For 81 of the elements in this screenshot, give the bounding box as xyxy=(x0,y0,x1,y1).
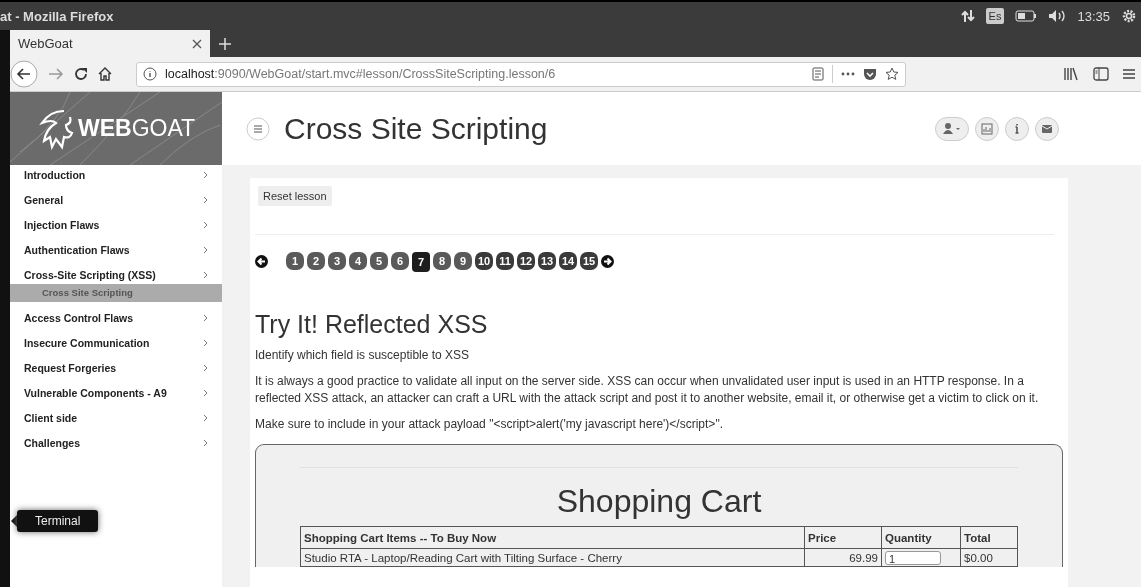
page-link[interactable]: 11 xyxy=(496,252,514,270)
reset-lesson-button[interactable]: Reset lesson xyxy=(258,186,332,206)
user-menu-icon[interactable] xyxy=(935,116,969,141)
table-cell: Studio RTA - Laptop/Reading Cart with Tilting Surface - Cherry xyxy=(300,548,805,567)
pocket-icon[interactable] xyxy=(863,67,877,81)
reader-view-icon[interactable] xyxy=(812,67,824,81)
page-link[interactable]: 9 xyxy=(454,252,472,270)
chevron-icon xyxy=(203,363,208,372)
plus-icon[interactable] xyxy=(218,36,232,51)
chevron-icon xyxy=(203,338,208,347)
chevron-icon xyxy=(203,313,208,322)
menu-item[interactable]: Vulnerable Components - A9 xyxy=(10,383,222,402)
quantity-field[interactable]: 1 xyxy=(885,550,941,565)
keyboard-layout-indicator[interactable]: Es xyxy=(985,8,1005,24)
home-icon[interactable] xyxy=(98,67,112,81)
menu-item[interactable]: Authentication Flaws xyxy=(10,240,222,259)
page-link[interactable]: 5 xyxy=(370,252,388,270)
tooltip-pointer-icon xyxy=(11,515,17,527)
lesson-paragraph: Make sure to include in your attack payload "<script>alert('my javascript here')</script>". xyxy=(255,416,724,433)
battery-icon[interactable] xyxy=(1015,10,1038,22)
info-icon[interactable] xyxy=(143,67,157,81)
page-link[interactable]: 8 xyxy=(433,252,451,270)
chevron-icon xyxy=(203,413,208,422)
library-icon[interactable] xyxy=(1063,67,1079,81)
browser-tab[interactable]: WebGoat xyxy=(10,30,210,57)
page-link[interactable]: 15 xyxy=(580,252,598,270)
star-icon[interactable] xyxy=(885,67,899,81)
menu-item[interactable]: Challenges xyxy=(10,433,222,452)
logo-text: WEBGOAT xyxy=(78,115,196,142)
address-field[interactable]: localhost:9090/WebGoat/start.mvc#lesson/CrossSiteScripting.lesson/6 xyxy=(136,61,906,87)
menu-icon[interactable] xyxy=(1123,68,1135,80)
page-link[interactable]: 14 xyxy=(559,252,577,270)
close-icon[interactable] xyxy=(192,38,202,49)
cart-title: Shopping Cart xyxy=(555,482,763,520)
chevron-icon xyxy=(203,388,208,397)
table-cell: 69.99 xyxy=(804,548,882,567)
page-link[interactable]: 2 xyxy=(307,252,325,270)
column-header: Quantity xyxy=(881,526,961,549)
page-title: Cross Site Scripting xyxy=(284,111,549,146)
page-link[interactable]: 10 xyxy=(475,252,493,270)
envelope-icon[interactable] xyxy=(1035,116,1059,141)
page-link[interactable]: 7 xyxy=(412,252,430,272)
lesson-paragraph: It is always a good practice to validate all input on the server side. XSS can occur when unvalidated user input is used in an HTTP response. In a reflected XSS attack, an attacker can craft a URL with the attack script and post it to another website, email it, or otherwise get a victim to click on it. xyxy=(255,373,1040,407)
more-icon[interactable] xyxy=(841,72,855,76)
speaker-icon[interactable] xyxy=(1048,9,1067,23)
menu-item[interactable]: Request Forgeries xyxy=(10,358,222,377)
sidebar-icon[interactable] xyxy=(1093,67,1109,81)
window-title: at - Mozilla Firefox xyxy=(0,8,115,24)
menu-item[interactable]: Client side xyxy=(10,408,222,427)
chevron-icon xyxy=(203,195,208,204)
chevron-icon xyxy=(203,170,208,179)
chevron-icon xyxy=(203,270,208,279)
reload-icon[interactable] xyxy=(74,67,88,81)
back-icon[interactable] xyxy=(10,60,38,88)
clock[interactable]: 13:35 xyxy=(1077,8,1110,24)
menu-item[interactable]: Introduction xyxy=(10,165,222,184)
menu-item[interactable]: Injection Flaws xyxy=(10,215,222,234)
page-link[interactable]: 4 xyxy=(349,252,367,270)
lesson-paragraph: Identify which field is susceptible to XSS xyxy=(255,347,471,364)
gear-icon[interactable] xyxy=(1121,8,1137,24)
chevron-icon xyxy=(203,438,208,447)
menu-item[interactable]: Insecure Communication xyxy=(10,333,222,352)
url-text: localhost:9090/WebGoat/start.mvc#lesson/CrossSiteScripting.lesson/6 xyxy=(165,67,556,81)
chevron-icon xyxy=(203,220,208,229)
page-link[interactable]: 3 xyxy=(328,252,346,270)
network-arrows-icon[interactable] xyxy=(960,9,975,23)
next-arrow-icon[interactable] xyxy=(601,254,614,268)
page-link[interactable]: 13 xyxy=(538,252,556,270)
previous-arrow-icon[interactable] xyxy=(255,254,268,268)
lesson-heading: Try It! Reflected XSS xyxy=(255,310,489,339)
page-link[interactable]: 12 xyxy=(517,252,535,270)
menu-item[interactable]: General xyxy=(10,190,222,209)
column-header: Shopping Cart Items -- To Buy Now xyxy=(300,526,805,549)
chevron-icon xyxy=(203,245,208,254)
table-cell: $0.00 xyxy=(960,548,1018,567)
page-link[interactable]: 6 xyxy=(391,252,409,270)
menu-item[interactable]: Access Control Flaws xyxy=(10,308,222,327)
menu-item[interactable]: Cross-Site Scripting (XSS) xyxy=(10,265,222,284)
page-link[interactable]: 1 xyxy=(286,252,304,270)
column-header: Total xyxy=(960,526,1018,549)
column-header: Price xyxy=(804,526,882,549)
